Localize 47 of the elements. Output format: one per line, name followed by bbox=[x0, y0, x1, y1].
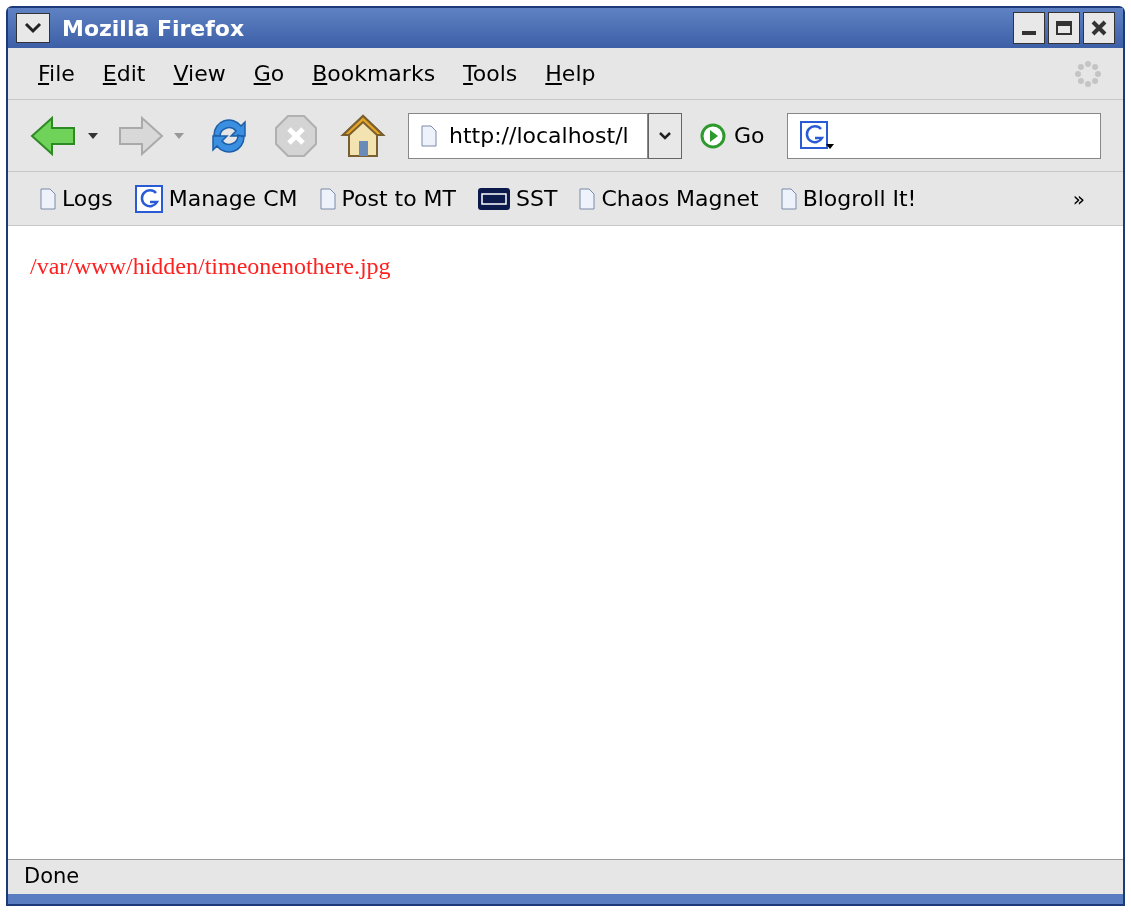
minimize-button[interactable] bbox=[1013, 12, 1045, 44]
house-icon bbox=[340, 112, 386, 159]
bookmark-item[interactable]: Logs bbox=[40, 182, 113, 215]
arrow-left-icon bbox=[30, 115, 78, 156]
menu-item[interactable]: Edit bbox=[92, 57, 156, 90]
status-text: Done bbox=[24, 863, 80, 891]
page-icon bbox=[579, 187, 596, 210]
bookmark-item[interactable]: Manage CM bbox=[134, 182, 298, 215]
close-icon bbox=[1091, 20, 1107, 36]
url-dropdown-button[interactable] bbox=[648, 112, 682, 159]
menu-item[interactable]: Bookmarks bbox=[302, 57, 446, 90]
chevron-down-icon bbox=[24, 22, 42, 34]
home-button[interactable] bbox=[340, 112, 386, 159]
minimize-icon bbox=[1022, 31, 1036, 35]
page-icon bbox=[780, 187, 797, 210]
file-path-text: /var/www/hidden/timeonenothere.jpg bbox=[30, 253, 391, 279]
url-field[interactable]: http://localhost/l bbox=[408, 112, 648, 159]
logo-icon bbox=[478, 187, 511, 210]
bookmark-item[interactable]: SST bbox=[478, 182, 558, 215]
stop-icon bbox=[274, 113, 318, 158]
arrow-right-icon bbox=[116, 115, 164, 156]
menu-item[interactable]: File bbox=[28, 57, 85, 90]
menu-item[interactable]: Help bbox=[535, 57, 606, 90]
caret-icon[interactable] bbox=[88, 132, 98, 139]
page-icon bbox=[40, 187, 56, 210]
maximize-icon bbox=[1056, 21, 1072, 35]
close-button[interactable] bbox=[1083, 12, 1115, 44]
chevron-down-icon bbox=[658, 130, 672, 141]
play-icon bbox=[700, 122, 726, 149]
overflow-button[interactable]: » bbox=[1072, 183, 1085, 214]
search-field[interactable] bbox=[786, 112, 1101, 159]
page-icon bbox=[319, 187, 336, 210]
g-logo-icon bbox=[134, 184, 163, 213]
window-menu-button[interactable] bbox=[16, 13, 50, 43]
throbber-icon bbox=[1073, 58, 1103, 89]
menu-item[interactable]: Tools bbox=[453, 57, 528, 90]
back-button[interactable] bbox=[30, 115, 78, 156]
bookmark-item[interactable]: Post to MT bbox=[319, 182, 457, 215]
menu-item[interactable]: Go bbox=[243, 57, 295, 90]
page-icon bbox=[421, 124, 437, 147]
menu-item[interactable]: View bbox=[163, 57, 236, 90]
bookmark-item[interactable]: Blogroll It! bbox=[780, 182, 917, 215]
g-logo-icon bbox=[799, 120, 834, 151]
window-title: Mozilla Firefox bbox=[62, 14, 245, 43]
go-button[interactable]: Go bbox=[700, 119, 765, 152]
maximize-button[interactable] bbox=[1048, 12, 1080, 44]
bookmark-item[interactable]: Chaos Magnet bbox=[579, 182, 759, 215]
